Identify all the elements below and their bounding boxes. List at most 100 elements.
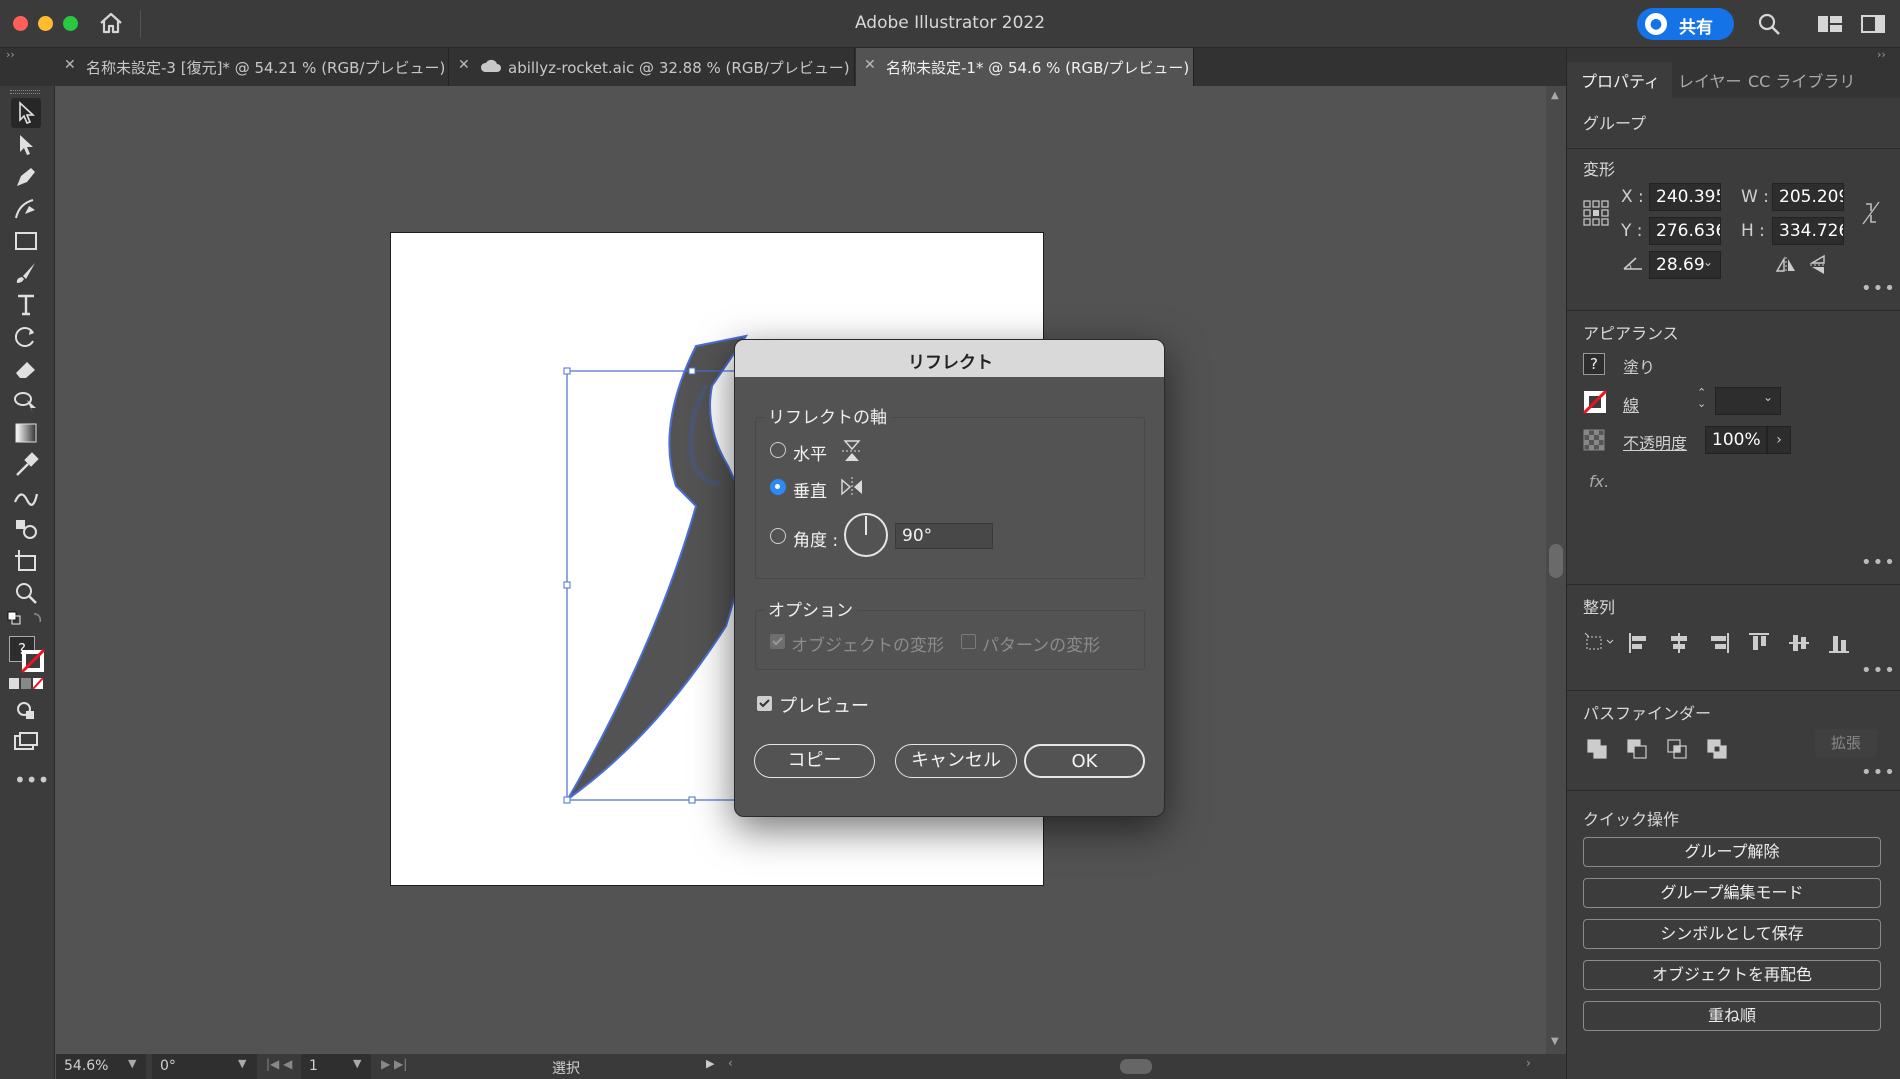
paintbrush-tool-icon[interactable] bbox=[11, 258, 41, 288]
align-more-button[interactable]: ••• bbox=[1861, 660, 1896, 681]
gradient-tool-icon[interactable] bbox=[11, 418, 41, 448]
chevron-down-icon[interactable]: ▼ bbox=[238, 1057, 246, 1070]
default-fill-stroke-icon[interactable] bbox=[6, 608, 46, 630]
rotate-tool-icon[interactable] bbox=[11, 322, 41, 352]
blend-tool-icon[interactable] bbox=[11, 482, 41, 512]
draw-mode-icon[interactable] bbox=[11, 696, 41, 726]
toolbar-collapse-icon[interactable]: ›› bbox=[6, 48, 15, 61]
screen-mode-icon[interactable] bbox=[11, 728, 41, 758]
last-artboard-icon[interactable]: ▶ ▶| bbox=[381, 1057, 407, 1071]
close-tab-icon[interactable]: ✕ bbox=[64, 57, 76, 73]
opacity-label[interactable]: 不透明度 bbox=[1623, 430, 1687, 454]
horizontal-radio[interactable] bbox=[770, 442, 786, 458]
eyedropper-tool-icon[interactable] bbox=[11, 450, 41, 480]
stroke-label[interactable]: 線 bbox=[1623, 392, 1639, 416]
x-input[interactable]: 240.395 bbox=[1649, 183, 1721, 211]
recolor-artwork-button[interactable]: オブジェクトを再配色 bbox=[1583, 960, 1881, 990]
angle-input[interactable]: 90° bbox=[895, 523, 993, 549]
align-to-selection-icon[interactable] bbox=[1583, 631, 1617, 653]
angle-dial[interactable] bbox=[843, 512, 889, 558]
angle-radio[interactable] bbox=[770, 528, 786, 544]
y-input[interactable]: 276.636 bbox=[1649, 217, 1721, 245]
selection-handle[interactable] bbox=[688, 367, 696, 375]
more-tools-icon[interactable]: ••• bbox=[14, 768, 49, 792]
chevron-right-icon[interactable]: › bbox=[1767, 426, 1791, 454]
selection-handle[interactable] bbox=[563, 581, 571, 589]
share-button[interactable]: ● 共有 bbox=[1637, 8, 1734, 40]
tab-document-3[interactable]: ✕ 名称未設定-3 [復元]* @ 54.21 % (RGB/プレビュー) bbox=[56, 48, 449, 86]
curvature-tool-icon[interactable] bbox=[11, 194, 41, 224]
tab-abillyz-rocket[interactable]: ✕ abillyz-rocket.aic @ 32.88 % (RGB/プレビュ… bbox=[450, 48, 855, 86]
save-as-symbol-button[interactable]: シンボルとして保存 bbox=[1583, 919, 1881, 949]
selected-shape[interactable] bbox=[567, 334, 758, 800]
tab-document-1[interactable]: ✕ 名称未設定-1* @ 54.6 % (RGB/プレビュー) bbox=[856, 48, 1194, 86]
appearance-more-button[interactable]: ••• bbox=[1861, 552, 1896, 573]
ok-button[interactable]: OK bbox=[1024, 744, 1145, 778]
artboard-tool-icon[interactable] bbox=[11, 546, 41, 576]
horizontal-scroll-thumb[interactable] bbox=[1120, 1059, 1152, 1074]
selection-handle[interactable] bbox=[563, 796, 571, 804]
scroll-thumb[interactable] bbox=[1549, 544, 1563, 578]
ungroup-button[interactable]: グループ解除 bbox=[1583, 837, 1881, 867]
first-artboard-icon[interactable]: |◀ ◀ bbox=[266, 1057, 292, 1071]
close-tab-icon[interactable]: ✕ bbox=[864, 57, 876, 73]
chevron-down-icon[interactable]: ⌄ bbox=[1703, 255, 1713, 269]
direct-selection-tool-icon[interactable] bbox=[11, 130, 41, 160]
selection-handle[interactable] bbox=[563, 367, 571, 375]
vertical-scrollbar[interactable]: ▲ ▼ bbox=[1546, 86, 1566, 1054]
panel-grip[interactable] bbox=[10, 90, 40, 94]
panel-toggle-icon[interactable] bbox=[1860, 13, 1886, 35]
expand-button[interactable]: 拡張 bbox=[1815, 729, 1877, 757]
tab-cc-libraries[interactable]: CC ライブラリ bbox=[1748, 68, 1855, 92]
rectangle-tool-icon[interactable] bbox=[11, 226, 41, 256]
panel-collapse-icon[interactable]: ›› bbox=[1877, 48, 1886, 61]
color-mode-icons[interactable] bbox=[8, 676, 48, 692]
stroke-swatch[interactable] bbox=[1583, 390, 1607, 414]
chevron-down-icon[interactable]: ▼ bbox=[353, 1057, 361, 1070]
preview-checkbox[interactable] bbox=[757, 696, 772, 711]
tab-properties[interactable]: プロパティ bbox=[1581, 68, 1660, 92]
copy-button[interactable]: コピー bbox=[754, 744, 875, 778]
workspace-switcher-icon[interactable] bbox=[1817, 13, 1843, 35]
opacity-input[interactable]: 100% bbox=[1705, 426, 1767, 454]
scroll-down-arrow[interactable]: ▼ bbox=[1551, 1036, 1559, 1047]
transform-more-button[interactable]: ••• bbox=[1861, 278, 1896, 299]
eraser-tool-icon[interactable] bbox=[11, 354, 41, 384]
status-menu-arrow[interactable]: ▶ bbox=[706, 1057, 714, 1070]
close-tab-icon[interactable]: ✕ bbox=[458, 57, 470, 73]
type-tool-icon[interactable] bbox=[11, 290, 41, 320]
pathfinder-shape-modes[interactable] bbox=[1587, 739, 1727, 761]
vertical-radio[interactable] bbox=[770, 479, 786, 495]
transform-patterns-checkbox[interactable] bbox=[961, 634, 976, 649]
scroll-up-arrow[interactable]: ▲ bbox=[1551, 90, 1559, 101]
reference-point-icon[interactable] bbox=[1583, 200, 1609, 226]
shape-builder-tool-icon[interactable] bbox=[11, 386, 41, 416]
tab-layers[interactable]: レイヤー bbox=[1678, 68, 1742, 92]
symbol-sprayer-tool-icon[interactable] bbox=[11, 514, 41, 544]
align-buttons[interactable] bbox=[1627, 631, 1877, 655]
fx-button[interactable]: fx. bbox=[1589, 472, 1609, 491]
constrain-proportions-icon[interactable] bbox=[1861, 200, 1881, 226]
h-input[interactable]: 334.726 bbox=[1772, 217, 1844, 245]
stroke-weight-stepper[interactable]: ⌃ ⌄ bbox=[1697, 387, 1706, 409]
flip-vertical-icon[interactable] bbox=[1809, 254, 1827, 276]
fill-swatch[interactable]: ? bbox=[1583, 353, 1605, 375]
cancel-button[interactable]: キャンセル bbox=[895, 744, 1017, 778]
pen-tool-icon[interactable] bbox=[11, 162, 41, 192]
pathfinder-more-button[interactable]: ••• bbox=[1861, 762, 1896, 783]
artboard-number-field[interactable]: 1 ▼ bbox=[301, 1054, 371, 1079]
selection-handle[interactable] bbox=[688, 796, 696, 804]
selection-tool-icon[interactable] bbox=[11, 98, 41, 128]
flip-horizontal-icon[interactable] bbox=[1775, 256, 1797, 274]
scroll-left-arrow[interactable]: ‹ bbox=[728, 1056, 733, 1070]
chevron-down-icon[interactable]: ▼ bbox=[128, 1057, 136, 1070]
arrange-button[interactable]: 重ね順 bbox=[1583, 1001, 1881, 1031]
chevron-down-icon[interactable]: ⌄ bbox=[1763, 390, 1773, 404]
w-input[interactable]: 205.209 bbox=[1772, 183, 1844, 211]
search-icon[interactable] bbox=[1757, 12, 1781, 36]
zoom-tool-icon[interactable] bbox=[11, 578, 41, 608]
stroke-swatch[interactable] bbox=[20, 648, 46, 674]
rotation-field[interactable]: 0° ▼ bbox=[152, 1054, 257, 1079]
isolate-group-button[interactable]: グループ編集モード bbox=[1583, 878, 1881, 908]
scroll-right-arrow[interactable]: › bbox=[1526, 1056, 1531, 1070]
